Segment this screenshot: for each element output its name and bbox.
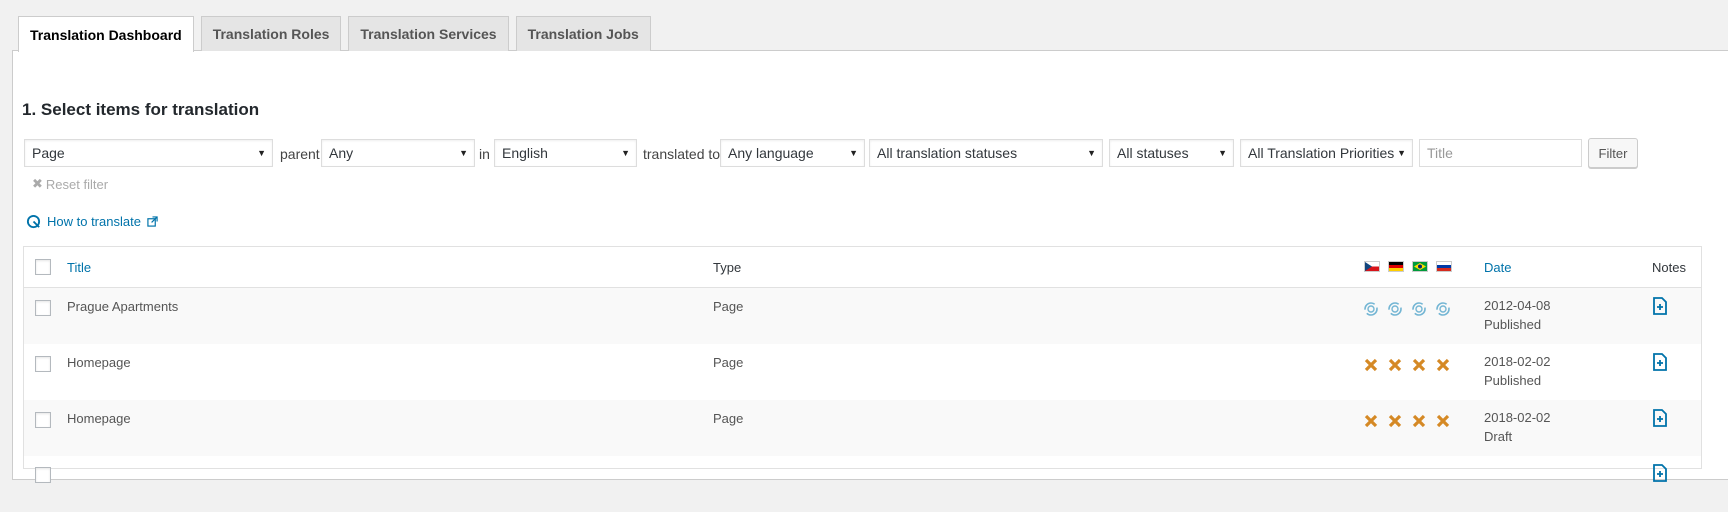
table-row: Homepage Page 2018-02-02 Published — [24, 344, 1701, 400]
target-language-select-value: Any language — [728, 145, 814, 161]
tab-translation-dashboard[interactable]: Translation Dashboard — [18, 16, 194, 52]
how-to-translate-label: How to translate — [47, 214, 141, 229]
chevron-down-icon: ▼ — [1397, 148, 1406, 158]
row-checkbox[interactable] — [35, 356, 51, 372]
title-input-placeholder: Title — [1427, 145, 1453, 161]
priority-select-value: All Translation Priorities — [1248, 145, 1395, 161]
not-translated-icon[interactable] — [1363, 413, 1379, 429]
type-column-header: Type — [713, 260, 742, 275]
type-select-value: Page — [32, 145, 65, 161]
not-translated-icon[interactable] — [1411, 413, 1427, 429]
needs-update-icon[interactable] — [1363, 301, 1379, 317]
table-row: Homepage Page 2018-02-02 Draft — [24, 400, 1701, 456]
chevron-down-icon: ▼ — [621, 148, 630, 158]
tab-translation-roles[interactable]: Translation Roles — [200, 16, 342, 51]
notes-column-header: Notes — [1652, 260, 1686, 275]
close-icon: ✖ — [32, 176, 43, 191]
help-icon — [26, 214, 41, 229]
filter-button[interactable]: Filter — [1588, 138, 1638, 168]
chevron-down-icon: ▼ — [257, 148, 266, 158]
translation-items-table: Title Type Date Notes Prague Apartments … — [23, 246, 1702, 483]
not-translated-icon[interactable] — [1435, 413, 1451, 429]
title-input[interactable]: Title — [1419, 139, 1582, 167]
row-date: 2012-04-08 — [1484, 298, 1551, 313]
not-translated-icon[interactable] — [1411, 357, 1427, 373]
not-translated-icon[interactable] — [1387, 357, 1403, 373]
language-select-value: English — [502, 145, 548, 161]
row-date-cell: 2012-04-08 Published — [1484, 296, 1551, 334]
section-title: 1. Select items for translation — [22, 100, 260, 119]
tab-translation-jobs[interactable]: Translation Jobs — [515, 16, 651, 51]
not-translated-icon[interactable] — [1363, 357, 1379, 373]
needs-update-icon[interactable] — [1387, 301, 1403, 317]
row-date-cell: 2018-02-02 Draft — [1484, 408, 1551, 446]
add-note-icon[interactable] — [1651, 353, 1669, 371]
priority-select[interactable]: All Translation Priorities ▼ — [1240, 139, 1413, 167]
chevron-down-icon: ▼ — [849, 148, 858, 158]
target-language-select[interactable]: Any language ▼ — [720, 139, 865, 167]
date-column-header[interactable]: Date — [1484, 258, 1511, 277]
tab-translation-services[interactable]: Translation Services — [348, 16, 509, 51]
language-select[interactable]: English ▼ — [494, 139, 637, 167]
type-select[interactable]: Page ▼ — [24, 139, 273, 167]
ru-flag-icon — [1436, 261, 1452, 272]
row-status: Published — [1484, 317, 1542, 332]
chevron-down-icon: ▼ — [1087, 148, 1096, 158]
needs-update-icon[interactable] — [1411, 301, 1427, 317]
how-to-translate-link[interactable]: How to translate — [26, 214, 158, 229]
row-status: Draft — [1484, 429, 1513, 444]
title-column-header[interactable]: Title — [67, 260, 91, 275]
br-flag-icon — [1412, 261, 1428, 272]
parent-label: parent — [280, 146, 320, 162]
translation-status-select[interactable]: All translation statuses ▼ — [869, 139, 1103, 167]
table-row — [24, 456, 1701, 512]
row-type: Page — [713, 411, 744, 426]
select-all-checkbox[interactable] — [35, 259, 51, 275]
row-checkbox[interactable] — [35, 300, 51, 316]
translated-to-label: translated to — [643, 146, 721, 162]
add-note-icon[interactable] — [1651, 409, 1669, 427]
row-title: Homepage — [67, 411, 131, 426]
cz-flag-icon — [1364, 261, 1380, 272]
row-date: 2018-02-02 — [1484, 410, 1551, 425]
table-header: Title Type Date Notes — [24, 247, 1701, 288]
row-title: Homepage — [67, 355, 131, 370]
reset-filter-label: Reset filter — [45, 176, 109, 192]
external-link-icon — [147, 216, 158, 227]
not-translated-icon[interactable] — [1435, 357, 1451, 373]
row-type: Page — [713, 299, 744, 314]
row-type: Page — [713, 355, 744, 370]
needs-update-icon[interactable] — [1435, 301, 1451, 317]
row-date-cell: 2018-02-02 Published — [1484, 352, 1551, 390]
de-flag-icon — [1388, 261, 1404, 272]
chevron-down-icon: ▼ — [1218, 148, 1227, 158]
row-status: Published — [1484, 373, 1542, 388]
status-select-value: All statuses — [1117, 145, 1189, 161]
not-translated-icon[interactable] — [1387, 413, 1403, 429]
in-label: in — [479, 146, 490, 162]
status-select[interactable]: All statuses ▼ — [1109, 139, 1234, 167]
row-date: 2018-02-02 — [1484, 354, 1551, 369]
chevron-down-icon: ▼ — [459, 148, 468, 158]
row-title: Prague Apartments — [67, 299, 179, 314]
translation-status-select-value: All translation statuses — [877, 145, 1018, 161]
table-row: Prague Apartments Page 2012-04-08 Publis… — [24, 288, 1701, 344]
row-checkbox[interactable] — [35, 467, 51, 483]
add-note-icon[interactable] — [1651, 297, 1669, 315]
reset-filter-link[interactable]: ✖ Reset filter — [32, 176, 108, 192]
parent-select-value: Any — [329, 145, 354, 161]
add-note-icon[interactable] — [1651, 464, 1669, 482]
row-checkbox[interactable] — [35, 412, 51, 428]
parent-select[interactable]: Any ▼ — [321, 139, 475, 167]
tab-bar: Translation Dashboard Translation Roles … — [18, 16, 651, 52]
